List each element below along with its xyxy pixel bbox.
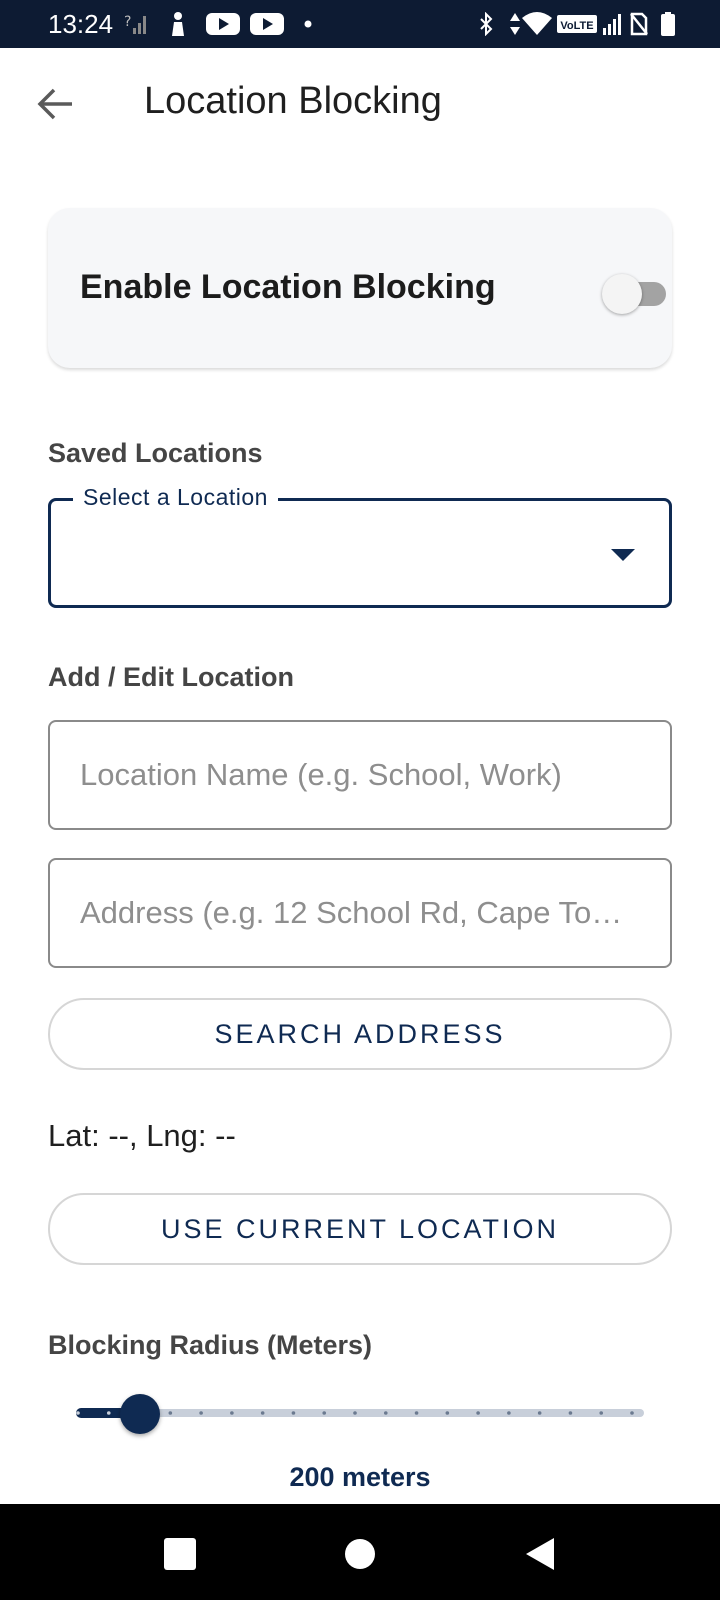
address-input[interactable] xyxy=(48,858,672,968)
slider-tick xyxy=(260,1411,265,1415)
data-arrows-icon xyxy=(510,13,520,35)
slider-tick xyxy=(230,1411,234,1415)
slider-tick xyxy=(445,1411,450,1415)
volte-icon: VoLTE xyxy=(557,15,597,33)
location-select-dropdown[interactable]: Select a Location xyxy=(48,484,672,608)
recents-square-icon[interactable] xyxy=(158,1532,202,1576)
figure-icon xyxy=(172,12,184,36)
slider-tick xyxy=(507,1411,511,1415)
arrow-left-icon xyxy=(37,88,72,120)
status-time: 13:24 xyxy=(48,9,114,39)
slider-thumb[interactable] xyxy=(119,1394,160,1434)
slider-tick xyxy=(353,1411,357,1415)
svg-text:?: ? xyxy=(124,14,131,30)
slider-tick xyxy=(630,1411,634,1415)
page-title: Location Blocking xyxy=(144,80,442,122)
slider-tick xyxy=(76,1411,80,1415)
caret-down-icon xyxy=(611,549,635,561)
blocking-radius-label: Blocking Radius (Meters) xyxy=(48,1330,373,1360)
status-bar: 13:24 ? VoLTE xyxy=(0,0,720,48)
add-edit-location-label: Add / Edit Location xyxy=(48,662,294,692)
navigation-bar xyxy=(0,1504,720,1600)
home-circle-icon[interactable] xyxy=(338,1532,382,1576)
toggle-thumb xyxy=(602,274,642,314)
slider-tick xyxy=(106,1411,111,1415)
youtube-icon xyxy=(206,13,240,35)
slider-tick xyxy=(291,1411,296,1415)
slider-tick xyxy=(476,1411,480,1415)
location-name-input[interactable] xyxy=(48,720,672,830)
no-sim-icon xyxy=(630,12,648,36)
enable-location-toggle[interactable] xyxy=(602,274,668,314)
volte-label: VoLTE xyxy=(560,20,593,32)
battery-icon xyxy=(661,12,675,36)
back-triangle-icon[interactable] xyxy=(518,1532,562,1576)
enable-location-card: Enable Location Blocking xyxy=(48,208,672,368)
enable-location-label: Enable Location Blocking xyxy=(80,268,496,306)
slider-tick xyxy=(599,1411,604,1415)
slider-tick xyxy=(168,1411,173,1415)
youtube-icon xyxy=(250,13,284,35)
slider-tick xyxy=(568,1411,573,1415)
saved-locations-label: Saved Locations xyxy=(48,438,263,468)
slider-tick xyxy=(199,1411,203,1415)
bluetooth-icon xyxy=(480,12,493,36)
slider-tick xyxy=(414,1411,419,1415)
coordinates-text: Lat: --, Lng: -- xyxy=(48,1118,236,1153)
search-address-button[interactable]: SEARCH ADDRESS xyxy=(48,998,672,1070)
signal-unknown-icon: ? xyxy=(124,14,146,34)
slider-tick xyxy=(537,1411,542,1415)
back-button[interactable] xyxy=(30,80,82,128)
signal-icon xyxy=(603,14,621,35)
slider-tick xyxy=(383,1411,388,1415)
dot-icon xyxy=(304,20,312,28)
use-current-location-button[interactable]: USE CURRENT LOCATION xyxy=(48,1193,672,1265)
radius-value-text: 200 meters xyxy=(289,1462,431,1492)
radius-slider[interactable] xyxy=(70,1384,650,1444)
dropdown-label: Select a Location xyxy=(73,484,278,511)
slider-tick xyxy=(322,1411,327,1415)
wifi-icon xyxy=(522,12,552,35)
